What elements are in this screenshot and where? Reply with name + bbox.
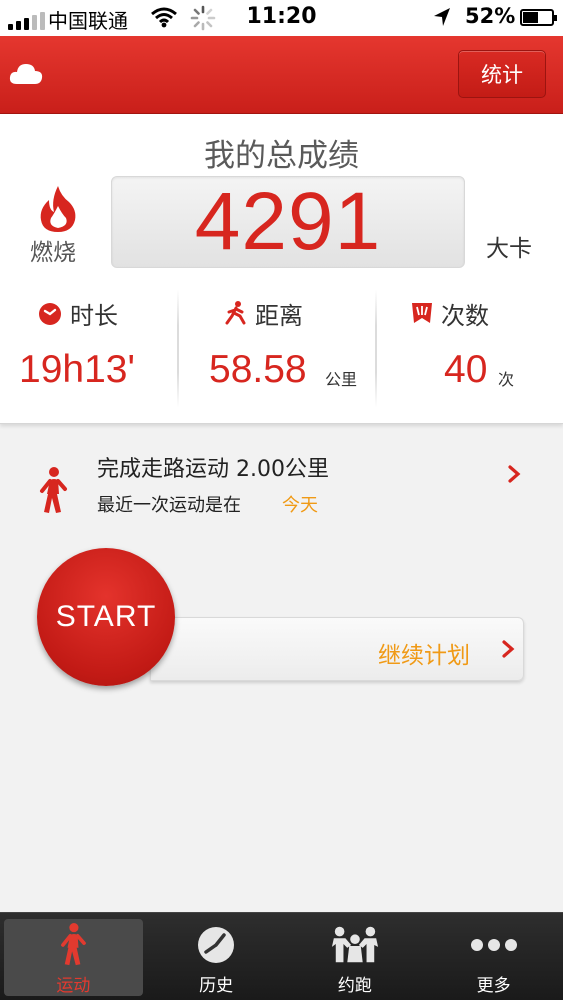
calorie-display: 4291 (111, 176, 465, 268)
location-arrow-icon (434, 8, 450, 26)
tab-label: 约跑 (337, 976, 372, 996)
distance-stat: 距离 58.58 公里 (179, 290, 375, 410)
chevron-right-icon (502, 640, 515, 658)
distance-unit: 公里 (325, 370, 358, 389)
plan-title: 完成走路运动 2.00公里 (97, 457, 329, 482)
cloud-icon[interactable] (8, 60, 44, 86)
flame-icon (40, 186, 76, 232)
continue-plan-label: 继续计划 (378, 643, 470, 669)
count-stat: 次数 40 次 (377, 290, 563, 410)
count-unit: 次 (498, 370, 515, 389)
duration-stat: 时长 19h13' (0, 290, 178, 410)
calorie-value: 4291 (194, 176, 382, 267)
group-run-icon (330, 923, 380, 967)
count-ribbon-icon (412, 302, 432, 323)
walker-icon (40, 467, 67, 513)
last-exercise-label: 最近一次运动是在 (97, 495, 241, 516)
status-bar: 中国联通 11:20 52% (0, 0, 563, 36)
tab-label: 更多 (476, 976, 511, 996)
burn-label: 燃烧 (30, 240, 76, 266)
app-header: 统计 (0, 36, 563, 114)
stats-button-label: 统计 (481, 63, 523, 87)
history-icon (191, 923, 241, 967)
chevron-right-icon (508, 465, 521, 483)
tab-exercise[interactable]: 运动 (4, 919, 143, 996)
duration-value: 19h13' (19, 348, 135, 391)
count-label: 次数 (441, 302, 489, 330)
battery-icon (520, 9, 557, 26)
start-button[interactable]: START (37, 548, 175, 686)
stats-button[interactable]: 统计 (458, 50, 546, 98)
tab-history[interactable]: 历史 (147, 913, 286, 1000)
distance-value: 58.58 (209, 348, 307, 391)
runner-icon (225, 300, 246, 324)
battery-percentage: 52% (465, 4, 516, 28)
tab-more[interactable]: 更多 (424, 913, 563, 1000)
tab-label: 历史 (199, 976, 234, 996)
summary-title: 我的总成绩 (204, 138, 359, 174)
walker-icon (48, 923, 98, 967)
start-button-label: START (55, 600, 157, 633)
plan-row[interactable]: 完成走路运动 2.00公里 最近一次运动是在 今天 (0, 433, 563, 540)
distance-label: 距离 (255, 302, 303, 330)
summary-card: 我的总成绩 燃烧 4291 大卡 时长 19h13' 距离 58.58 公里 次… (0, 114, 563, 424)
count-value: 40 (444, 348, 488, 391)
duration-label: 时长 (70, 302, 118, 330)
tab-label: 运动 (56, 976, 91, 996)
calorie-unit: 大卡 (486, 236, 532, 262)
last-exercise-value: 今天 (282, 495, 318, 516)
clock-icon (39, 302, 61, 325)
more-dots-icon (469, 923, 519, 967)
tab-bar: 运动 历史 约跑 更多 (0, 912, 563, 1000)
tab-group-run[interactable]: 约跑 (286, 913, 425, 1000)
